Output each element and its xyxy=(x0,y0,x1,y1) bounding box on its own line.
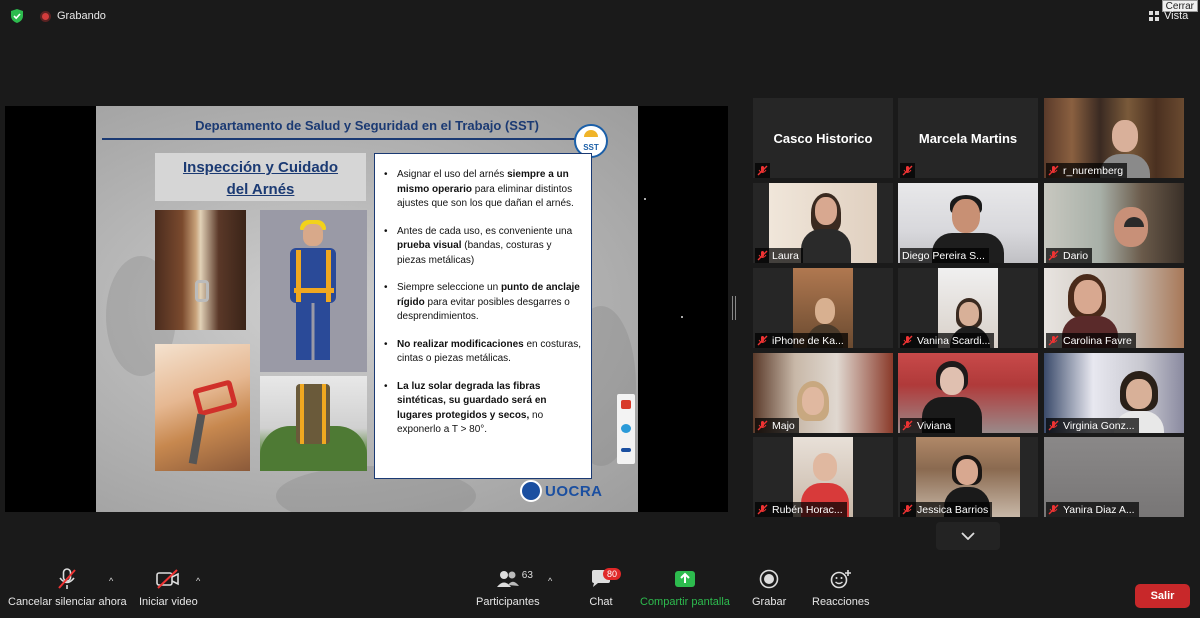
muted-mic-icon xyxy=(757,420,768,431)
participant-name: Dario xyxy=(1063,249,1089,262)
participants-options-caret-icon[interactable]: ^ xyxy=(548,576,552,586)
add-reaction-icon xyxy=(827,566,855,592)
participant-tile[interactable]: Rubén Horac... xyxy=(753,437,893,517)
video-off-icon xyxy=(154,566,182,592)
participant-name: Virginia Gonz... xyxy=(1063,419,1135,432)
chevron-down-icon xyxy=(961,532,975,540)
participant-tile[interactable]: Carolina Favre xyxy=(1044,268,1184,348)
muted-mic-icon xyxy=(1048,335,1059,346)
participants-button[interactable]: 63 Participantes xyxy=(476,566,540,608)
view-label: Vista xyxy=(1164,10,1189,22)
uocra-logo: UOCRA xyxy=(520,480,603,502)
gallery-next-page-button[interactable] xyxy=(936,522,1000,550)
muted-mic-icon xyxy=(757,335,768,346)
buckle-photo xyxy=(155,344,250,471)
slide-header-rule xyxy=(102,138,580,140)
record-icon xyxy=(755,566,783,592)
participant-tile[interactable]: Majo xyxy=(753,353,893,433)
muted-mic-icon xyxy=(1048,165,1059,176)
uocra-mark-icon xyxy=(520,480,542,502)
participant-name: r_nuremberg xyxy=(1063,164,1124,177)
slide-subtitle: Inspección y Cuidado del Arnés xyxy=(155,153,366,201)
muted-mic-icon xyxy=(902,335,913,346)
view-button[interactable]: Vista xyxy=(1149,10,1188,22)
recording-label: Grabando xyxy=(57,10,106,22)
harness-strap-photo xyxy=(155,210,246,330)
worker-harness-photo xyxy=(260,210,367,372)
participant-name: Diego Pereira S... xyxy=(902,249,985,262)
participant-tile[interactable]: Viviana xyxy=(898,353,1038,433)
chat-unread-badge: 80 xyxy=(603,568,622,580)
participant-tile[interactable]: Marcela Martins xyxy=(898,98,1038,178)
share-screen-icon xyxy=(671,566,699,592)
bird-tool-icon[interactable] xyxy=(621,424,631,433)
chat-icon: 80 xyxy=(587,566,622,592)
participant-name: iPhone de Ka... xyxy=(772,334,844,347)
meeting-toolbar: Cancelar silenciar ahora ^ Iniciar video… xyxy=(0,566,1200,618)
participant-tile[interactable]: Casco Historico xyxy=(753,98,893,178)
participant-tile[interactable]: Virginia Gonz... xyxy=(1044,353,1184,433)
blue-tool-icon[interactable] xyxy=(621,448,631,452)
participant-tile[interactable]: iPhone de Ka... xyxy=(753,268,893,348)
participant-name: Jessica Barrios xyxy=(917,503,989,516)
participant-tile[interactable]: Jessica Barrios xyxy=(898,437,1038,517)
record-button[interactable]: Grabar xyxy=(752,566,786,608)
muted-mic-icon xyxy=(902,504,913,515)
participants-count: 63 xyxy=(521,570,533,581)
participant-tile-active-speaker[interactable]: Diego Pereira S... xyxy=(898,183,1038,263)
participant-name: Laura xyxy=(772,249,799,262)
participant-tile[interactable]: Vanina Scardi... xyxy=(898,268,1038,348)
chat-button[interactable]: 80 Chat xyxy=(587,566,622,608)
slide-side-toolbar[interactable] xyxy=(617,394,635,464)
video-options-caret-icon[interactable]: ^ xyxy=(196,576,200,586)
share-screen-button[interactable]: Compartir pantalla xyxy=(640,566,730,608)
security-shield-icon[interactable] xyxy=(10,9,24,23)
grid-view-icon xyxy=(1149,11,1159,21)
presentation-slide: Departamento de Salud y Seguridad en el … xyxy=(96,106,638,512)
participant-tile[interactable]: r_nuremberg xyxy=(1044,98,1184,178)
slide-header: Departamento de Salud y Seguridad en el … xyxy=(195,118,539,133)
participant-name: Viviana xyxy=(917,419,952,432)
top-bar: Grabando Cerrar Vista xyxy=(0,0,1200,32)
slide-bullet: Antes de cada uso, es conveniente una pr… xyxy=(381,225,583,269)
participants-icon: 63 xyxy=(478,566,538,592)
muted-mic-icon xyxy=(1048,420,1059,431)
muted-mic-icon xyxy=(757,165,768,176)
leave-meeting-button[interactable]: Salir xyxy=(1135,584,1190,608)
slide-text-box: Asignar el uso del arnés siempre a un mi… xyxy=(374,153,592,479)
slide-bullet: No realizar modificaciones en costuras, … xyxy=(381,338,583,367)
muted-mic-icon xyxy=(757,504,768,515)
muted-microphone-icon xyxy=(53,566,81,592)
muted-mic-icon xyxy=(757,250,768,261)
recording-dot-icon xyxy=(40,10,51,22)
back-harness-photo xyxy=(260,376,367,471)
muted-mic-icon xyxy=(1048,250,1059,261)
reactions-button[interactable]: Reacciones xyxy=(812,566,869,608)
participant-tile[interactable]: Yanira Diaz A... xyxy=(1044,437,1184,517)
participant-name: Rubén Horac... xyxy=(772,503,843,516)
muted-mic-icon xyxy=(902,420,913,431)
participant-name: Carolina Favre xyxy=(1063,334,1132,347)
slide-bullet: La luz solar degrada las fibras sintétic… xyxy=(381,380,583,438)
muted-mic-icon xyxy=(1048,504,1059,515)
participant-name: Yanira Diaz A... xyxy=(1063,503,1135,516)
start-video-button[interactable]: Iniciar video xyxy=(139,566,198,608)
audio-options-caret-icon[interactable]: ^ xyxy=(109,576,113,586)
participant-tile[interactable]: Laura xyxy=(753,183,893,263)
muted-mic-icon xyxy=(902,165,913,176)
slide-bullet: Asignar el uso del arnés siempre a un mi… xyxy=(381,168,583,212)
pdf-tool-icon[interactable] xyxy=(621,400,631,409)
participant-tile[interactable]: Dario xyxy=(1044,183,1184,263)
participant-name: Majo xyxy=(772,419,795,432)
slide-bullet: Siempre seleccione un punto de anclaje r… xyxy=(381,281,583,325)
panel-resize-handle[interactable] xyxy=(732,296,736,320)
unmute-button[interactable]: Cancelar silenciar ahora xyxy=(8,566,127,608)
participant-name: Vanina Scardi... xyxy=(917,334,991,347)
recording-indicator[interactable]: Grabando xyxy=(40,10,106,22)
